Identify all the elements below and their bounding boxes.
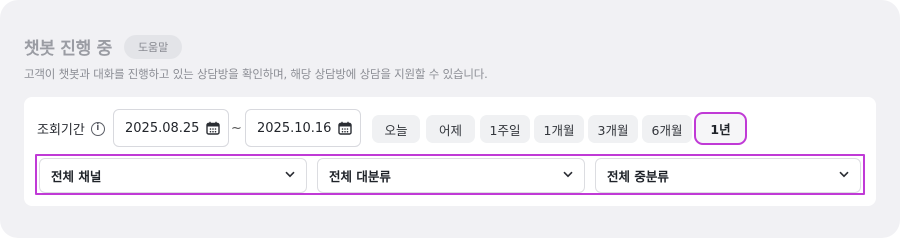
date-range-separator: ~ — [231, 121, 242, 136]
range-1week-button[interactable]: 1주일 — [480, 115, 530, 143]
category-filter-group: 전체 채널 전체 대분류 전체 중분류 — [35, 154, 865, 195]
channel-select-value: 전체 채널 — [51, 169, 102, 184]
range-3month-button[interactable]: 3개월 — [588, 115, 638, 143]
title-row: 챗봇 진행 중 도움말 — [24, 34, 183, 59]
chatbot-in-progress-panel: 챗봇 진행 중 도움말 고객이 챗봇과 대화를 진행하고 있는 상담방을 확인하… — [0, 0, 900, 238]
start-date-input[interactable]: 2025.08.25 — [113, 109, 229, 147]
page-title: 챗봇 진행 중 — [24, 39, 112, 59]
major-category-select-value: 전체 대분류 — [329, 169, 391, 184]
chevron-down-icon — [563, 171, 573, 178]
info-icon[interactable]: i — [90, 121, 105, 136]
period-label-text: 조회기간 — [37, 123, 85, 138]
period-label: 조회기간 i — [37, 119, 105, 138]
chevron-down-icon — [839, 171, 849, 178]
calendar-icon[interactable] — [338, 121, 352, 135]
end-date-value: 2025.10.16 — [257, 120, 332, 136]
major-category-select[interactable]: 전체 대분류 — [317, 158, 585, 193]
range-1year-button[interactable]: 1년 — [694, 112, 747, 145]
range-6month-button[interactable]: 6개월 — [642, 115, 692, 143]
range-1month-button[interactable]: 1개월 — [534, 115, 584, 143]
mid-category-select[interactable]: 전체 중분류 — [595, 158, 861, 193]
filter-card: 조회기간 i 2025.08.25 ~ 2025.10.16 오늘 어제 1주일… — [24, 97, 876, 206]
channel-select[interactable]: 전체 채널 — [39, 158, 307, 193]
help-button[interactable]: 도움말 — [123, 34, 183, 59]
range-today-button[interactable]: 오늘 — [372, 115, 420, 143]
chevron-down-icon — [285, 171, 295, 178]
end-date-input[interactable]: 2025.10.16 — [245, 109, 361, 147]
mid-category-select-value: 전체 중분류 — [607, 169, 669, 184]
calendar-icon[interactable] — [206, 121, 220, 135]
page-description: 고객이 챗봇과 대화를 진행하고 있는 상담방을 확인하며, 해당 상담방에 상… — [24, 67, 488, 81]
range-yesterday-button[interactable]: 어제 — [426, 115, 475, 143]
start-date-value: 2025.08.25 — [125, 120, 200, 136]
